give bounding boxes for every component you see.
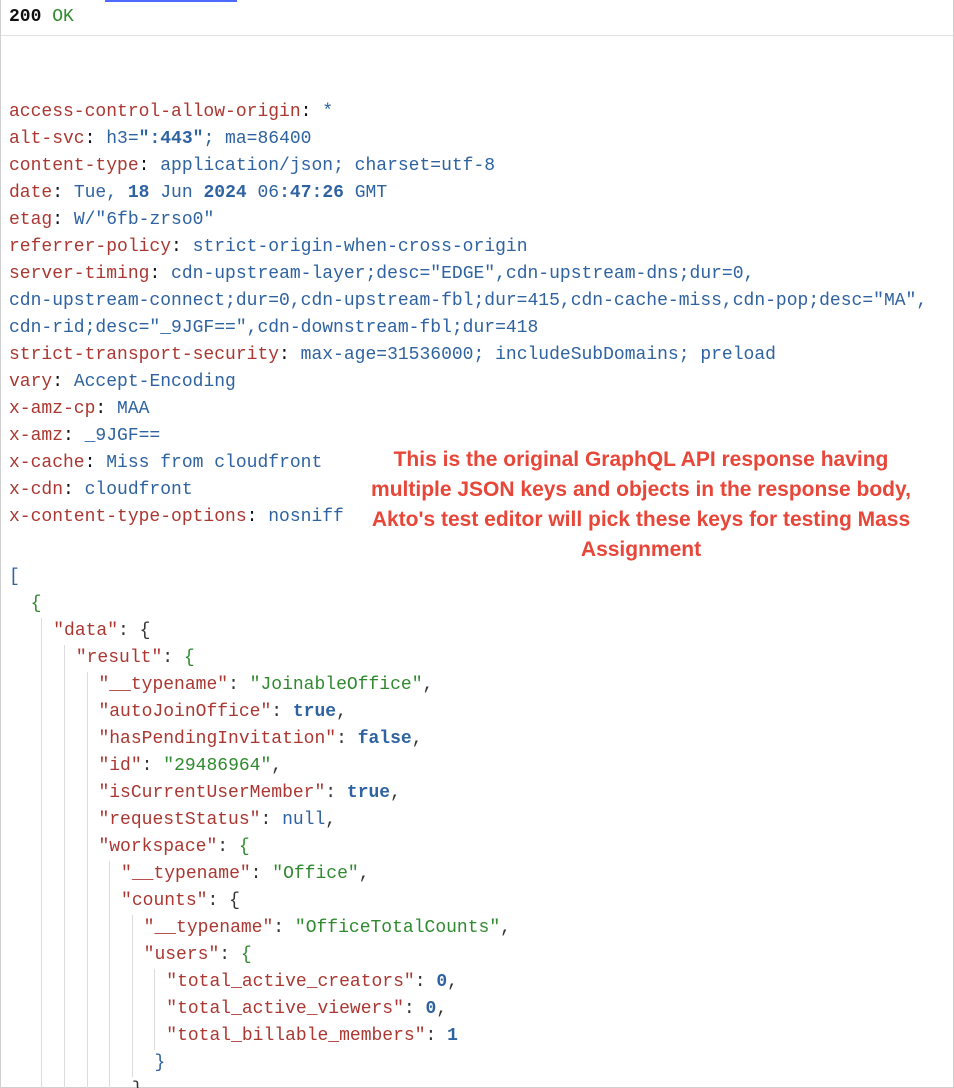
- json-key: "id": [98, 756, 141, 776]
- header-key: x-content-type-options: [9, 507, 247, 527]
- json-string: "29486964": [163, 756, 271, 776]
- header-value: application/json; charset=utf-8: [160, 156, 495, 176]
- http-status-line: 200 OK: [1, 0, 953, 36]
- header-key: etag: [9, 210, 52, 230]
- header-value: cloudfront: [85, 480, 193, 500]
- header-key: x-amz-cp: [9, 399, 95, 419]
- json-key: "result": [76, 648, 162, 668]
- json-string: "OfficeTotalCounts": [295, 918, 500, 938]
- header-key: date: [9, 183, 52, 203]
- json-key: "__typename": [144, 918, 274, 938]
- header-value: MAA: [117, 399, 149, 419]
- header-value: max-age=31536000; includeSubDomains; pre…: [301, 345, 776, 365]
- json-key: "__typename": [98, 675, 228, 695]
- header-key: alt-svc: [9, 129, 85, 149]
- header-key: x-cache: [9, 453, 85, 473]
- header-key: access-control-allow-origin: [9, 102, 301, 122]
- header-value: W/"6fb-zrso0": [74, 210, 214, 230]
- json-string: "Office": [272, 864, 358, 884]
- json-object-close: }: [154, 1053, 165, 1073]
- header-key: content-type: [9, 156, 139, 176]
- json-object-close: },: [132, 1080, 154, 1088]
- json-string: "JoinableOffice": [250, 675, 423, 695]
- json-number: 0: [426, 999, 437, 1019]
- header-value: _9JGF==: [85, 426, 161, 446]
- json-number: 1: [447, 1026, 458, 1046]
- json-bool: false: [358, 729, 412, 749]
- status-reason: OK: [52, 7, 74, 27]
- response-panel: 200 OK access-control-allow-origin: * al…: [0, 0, 954, 1088]
- header-value: strict-origin-when-cross-origin: [193, 237, 528, 257]
- header-value: nosniff: [268, 507, 344, 527]
- json-key: "isCurrentUserMember": [98, 783, 325, 803]
- header-key: vary: [9, 372, 52, 392]
- json-null: null: [282, 810, 325, 830]
- header-key: strict-transport-security: [9, 345, 279, 365]
- json-object-open: {: [31, 594, 42, 614]
- active-tab-indicator: [105, 0, 237, 2]
- json-key: "autoJoinOffice": [98, 702, 271, 722]
- header-value: Accept-Encoding: [74, 372, 236, 392]
- json-bool: true: [293, 702, 336, 722]
- json-key: "total_active_creators": [166, 972, 414, 992]
- json-key: "counts": [121, 891, 207, 911]
- response-body-json[interactable]: [ { "data": { "result": { "__typename": …: [1, 537, 953, 1088]
- header-key: x-amz: [9, 426, 63, 446]
- json-array-open: [: [9, 567, 20, 587]
- json-key: "data": [53, 621, 118, 641]
- json-key: "total_billable_members": [166, 1026, 425, 1046]
- json-key: "hasPendingInvitation": [98, 729, 336, 749]
- header-key: referrer-policy: [9, 237, 171, 257]
- header-key: x-cdn: [9, 480, 63, 500]
- header-key: server-timing: [9, 264, 149, 284]
- json-bool: true: [347, 783, 390, 803]
- json-key: "total_active_viewers": [166, 999, 404, 1019]
- json-number: 0: [436, 972, 447, 992]
- header-value: *: [322, 102, 333, 122]
- json-key: "workspace": [98, 837, 217, 857]
- json-key: "requestStatus": [98, 810, 260, 830]
- annotation-overlay: This is the original GraphQL API respons…: [361, 445, 921, 565]
- json-key: "users": [144, 945, 220, 965]
- annotation-text: This is the original GraphQL API respons…: [371, 448, 911, 561]
- header-value: Miss from cloudfront: [106, 453, 322, 473]
- json-key: "__typename": [121, 864, 251, 884]
- status-code: 200: [9, 7, 41, 27]
